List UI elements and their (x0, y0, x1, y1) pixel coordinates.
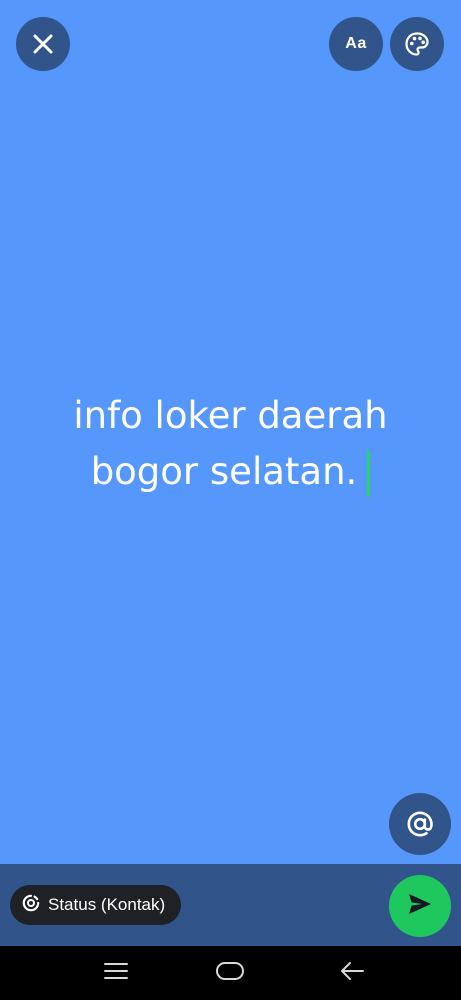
status-text-input[interactable]: info loker daerah bogor selatan. (0, 388, 461, 500)
close-icon (31, 32, 55, 56)
bottom-bar: Status (Kontak) (0, 864, 461, 946)
recent-apps-icon (103, 961, 129, 986)
send-button[interactable] (389, 875, 451, 937)
status-text-line: bogor selatan. (90, 450, 358, 493)
status-ring-icon (22, 894, 40, 917)
mention-button[interactable] (389, 793, 451, 855)
color-palette-button[interactable] (390, 17, 444, 71)
back-button[interactable] (322, 946, 382, 1000)
send-icon (407, 892, 433, 921)
font-style-button[interactable]: Aa (329, 17, 383, 71)
home-icon (215, 960, 245, 987)
recent-apps-button[interactable] (86, 946, 146, 1000)
status-text-line-with-caret: bogor selatan. (0, 444, 461, 500)
home-button[interactable] (200, 946, 260, 1000)
back-icon (339, 960, 365, 987)
status-text-line: info loker daerah (73, 394, 388, 437)
status-canvas[interactable]: Aa info loker daerah bogor selatan. (0, 0, 461, 864)
palette-icon (404, 31, 430, 57)
text-caret (367, 450, 371, 497)
status-audience-button[interactable]: Status (Kontak) (10, 885, 182, 925)
status-audience-label: Status (Kontak) (48, 895, 166, 914)
at-icon (406, 810, 434, 838)
font-style-label: Aa (345, 35, 367, 52)
system-navigation-bar (0, 946, 461, 1000)
close-button[interactable] (16, 17, 70, 71)
